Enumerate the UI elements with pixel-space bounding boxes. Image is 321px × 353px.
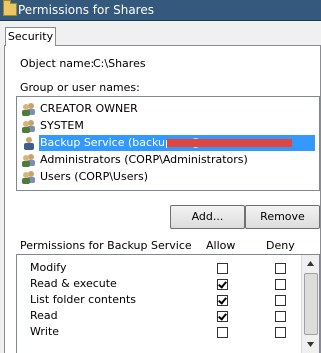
vertical-scrollbar[interactable]	[301, 255, 319, 353]
allow-checkbox-list-folder[interactable]	[217, 295, 228, 306]
group-icon	[22, 171, 35, 184]
deny-checkbox-read-execute[interactable]	[275, 279, 286, 290]
tab-security[interactable]: Security	[5, 27, 56, 46]
deny-checkbox-list-folder[interactable]	[275, 295, 286, 306]
list-item-users[interactable]: Users (CORP\Users)	[19, 169, 317, 185]
list-item-label: SYSTEM	[40, 119, 84, 132]
permission-row-modify: Modify	[17, 260, 301, 276]
deny-checkbox-modify[interactable]	[275, 263, 286, 274]
allow-checkbox-read[interactable]	[217, 311, 228, 322]
permission-name: Read	[30, 309, 58, 322]
title-bar: Permissions for Shares	[0, 0, 321, 21]
group-user-list[interactable]: CREATOR OWNER SYSTEM Backup Service (bac…	[16, 96, 320, 191]
window-title: Permissions for Shares	[18, 3, 154, 17]
group-list-label: Group or user names:	[20, 81, 140, 94]
list-item-creator-owner[interactable]: CREATOR OWNER	[19, 101, 317, 117]
permission-name: Write	[30, 325, 60, 338]
permission-name: Read & execute	[30, 277, 117, 290]
allow-checkbox-write[interactable]	[217, 327, 228, 338]
remove-button[interactable]: Remove	[245, 205, 320, 229]
group-icon	[22, 120, 35, 133]
list-item-administrators[interactable]: Administrators (CORP\Administrators)	[19, 152, 317, 168]
folder-icon	[3, 0, 17, 16]
list-item-label: Users (CORP\Users)	[40, 170, 149, 183]
tab-security-label: Security	[7, 30, 54, 43]
allow-checkbox-read-execute[interactable]	[217, 279, 228, 290]
deny-header: Deny	[266, 239, 295, 252]
list-item-system[interactable]: SYSTEM	[19, 118, 317, 134]
list-item-label: CREATOR OWNER	[40, 102, 138, 115]
list-item-backup-service[interactable]: Backup Service (backupsvc@	[19, 135, 317, 151]
allow-checkbox-modify[interactable]	[217, 263, 228, 274]
redaction-mark	[167, 139, 292, 147]
add-button[interactable]: Add...	[170, 205, 245, 229]
scroll-down-icon[interactable]	[302, 336, 319, 353]
group-icon	[22, 154, 35, 167]
allow-header: Allow	[206, 239, 236, 252]
permission-row-write: Write	[17, 324, 301, 340]
deny-checkbox-write[interactable]	[275, 327, 286, 338]
scroll-thumb[interactable]	[304, 273, 318, 335]
object-name-label: Object name:	[20, 57, 95, 70]
permission-row-read-execute: Read & execute	[17, 276, 301, 292]
user-icon	[24, 137, 34, 150]
permission-row-list-folder: List folder contents	[17, 292, 301, 308]
deny-checkbox-read[interactable]	[275, 311, 286, 322]
list-item-label: Administrators (CORP\Administrators)	[40, 153, 248, 166]
permissions-list[interactable]: Modify Read & execute List folder conten…	[16, 254, 320, 353]
group-icon	[22, 103, 35, 116]
permission-name: List folder contents	[30, 293, 136, 306]
permissions-title: Permissions for Backup Service	[20, 239, 192, 252]
scroll-up-icon[interactable]	[302, 255, 319, 272]
permission-name: Modify	[30, 261, 67, 274]
permission-row-read: Read	[17, 308, 301, 324]
object-name-value: C:\Shares	[93, 57, 146, 70]
